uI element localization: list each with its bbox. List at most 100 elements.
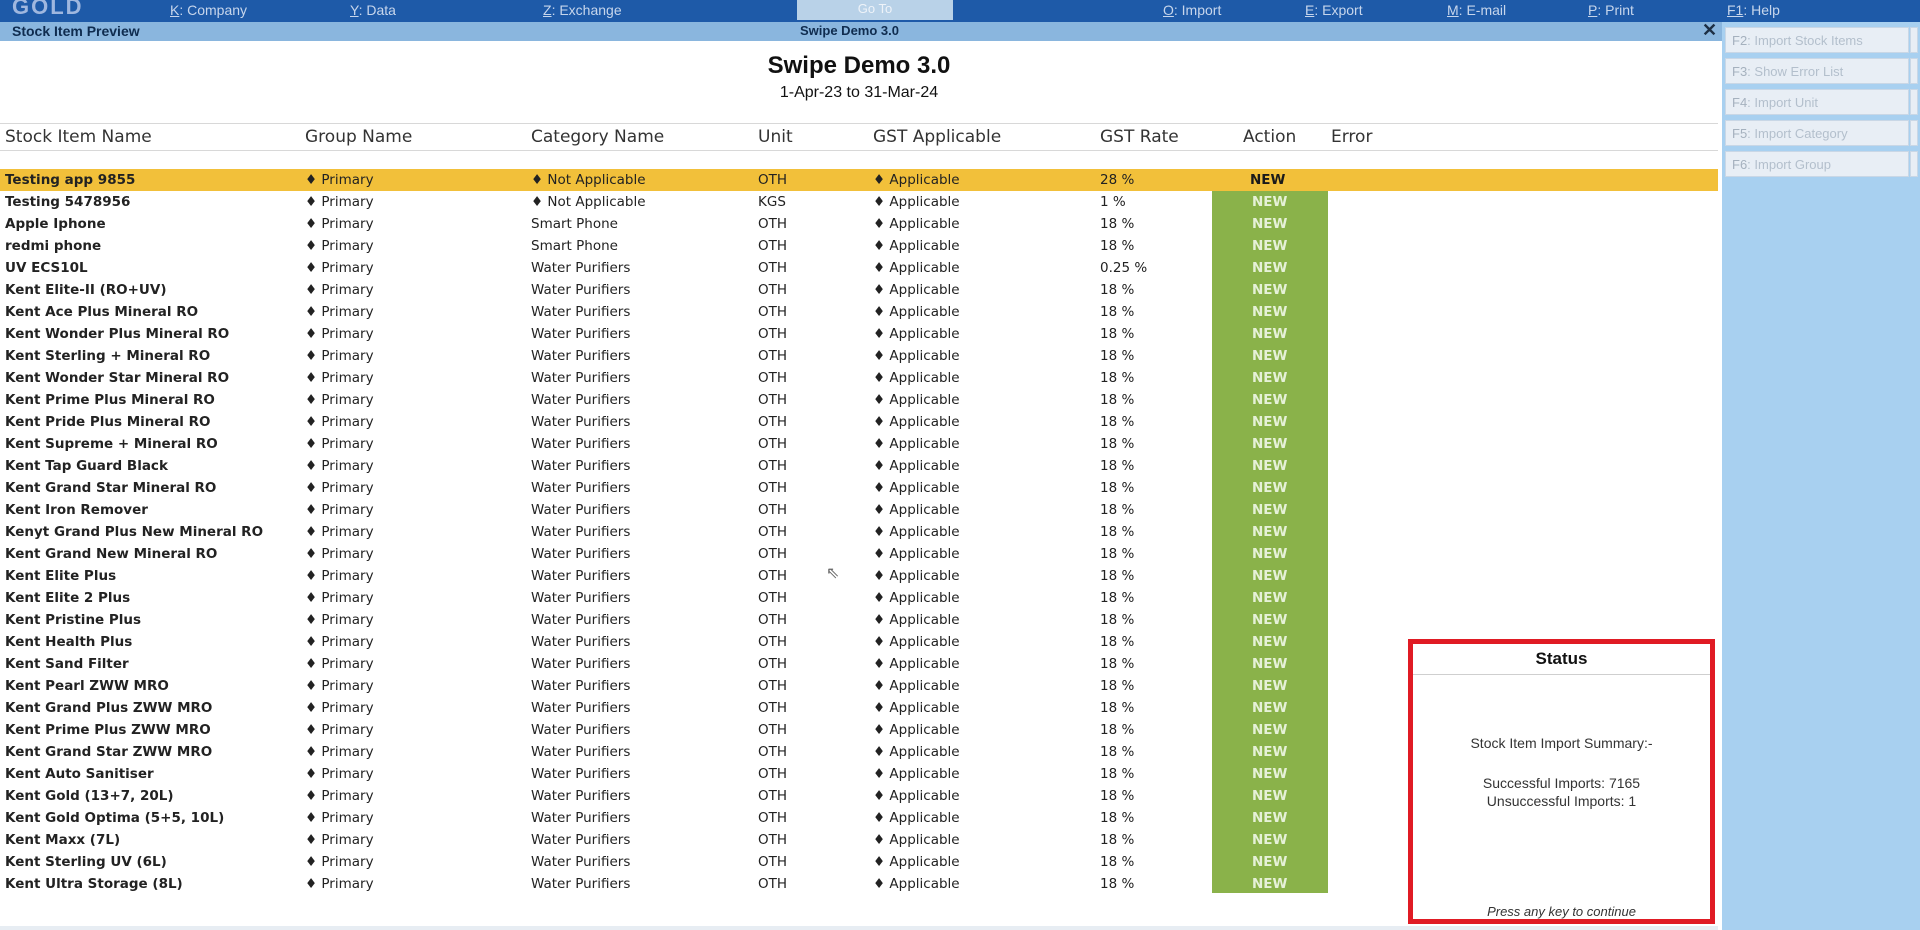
table-row[interactable]: Kent Wonder Star Mineral RO ♦ Primary Wate… [0, 367, 1718, 389]
table-row[interactable]: Kent Sterling + Mineral RO ♦ Primary Water… [0, 345, 1718, 367]
cell-item-name: Testing 5478956 [5, 194, 131, 210]
menu-help-key: F1 [1727, 2, 1744, 18]
cell-gst-applicable: ♦ Applicable [873, 524, 960, 540]
cell-group-name: ♦ Primary [305, 194, 374, 210]
cell-gst-applicable: ♦ Applicable [873, 414, 960, 430]
press-any-key-prompt[interactable]: Press any key to continue [1413, 904, 1710, 919]
col-category-name: Category Name [531, 127, 665, 147]
cell-action: NEW [1252, 766, 1288, 782]
cell-gst-rate: 18 % [1100, 546, 1135, 562]
successful-imports: Successful Imports: 7165 [1482, 775, 1641, 791]
menu-data[interactable]: Y: Data [350, 2, 396, 18]
cell-gst-rate: 18 % [1100, 480, 1135, 496]
col-error: Error [1331, 127, 1373, 147]
cell-gst-rate: 18 % [1100, 832, 1135, 848]
cell-item-name: Kent Iron Remover [5, 502, 148, 518]
cell-group-name: ♦ Primary [305, 172, 374, 188]
cell-group-name: ♦ Primary [305, 282, 374, 298]
table-row[interactable]: Kent Ace Plus Mineral RO ♦ Primary Water P… [0, 301, 1718, 323]
cell-unit: OTH [758, 524, 788, 540]
menu-exchange[interactable]: Z: Exchange [543, 2, 622, 18]
cell-gst-rate: 18 % [1100, 590, 1135, 606]
cell-gst-rate: 18 % [1100, 700, 1135, 716]
table-row[interactable]: Apple Iphone ♦ Primary Smart Phone OTH ♦ App… [0, 213, 1718, 235]
cell-group-name: ♦ Primary [305, 216, 374, 232]
cell-action: NEW [1252, 590, 1288, 606]
show-error-list-button[interactable]: F3: Show Error List [1725, 58, 1909, 84]
cell-category-name: Water Purifiers [531, 436, 631, 452]
import-category-label: : Import Category [1747, 126, 1848, 141]
cell-gst-applicable: ♦ Applicable [873, 546, 960, 562]
cell-gst-rate: 18 % [1100, 216, 1135, 232]
cell-gst-applicable: ♦ Applicable [873, 766, 960, 782]
table-row[interactable]: Kent Iron Remover ♦ Primary Water Purifier… [0, 499, 1718, 521]
cell-item-name: Kenyt Grand Plus New Mineral RO [5, 524, 264, 540]
table-row[interactable]: UV ECS10L ♦ Primary Water Purifiers OTH ♦ Ap… [0, 257, 1718, 279]
cell-gst-applicable: ♦ Applicable [873, 216, 960, 232]
table-row[interactable]: Kent Grand New Mineral RO ♦ Primary Water … [0, 543, 1718, 565]
menu-export[interactable]: E: Export [1305, 2, 1363, 18]
table-row[interactable]: Kent Tap Guard Black ♦ Primary Water Purif… [0, 455, 1718, 477]
table-row[interactable]: Kent Elite-II (RO+UV) ♦ Primary Water Puri… [0, 279, 1718, 301]
menu-company[interactable]: K: Company [170, 2, 247, 18]
goto-tab[interactable]: Go To [797, 0, 953, 20]
cell-gst-rate: 18 % [1100, 722, 1135, 738]
menu-email[interactable]: M: E-mail [1447, 2, 1506, 18]
close-icon[interactable]: ✕ [1702, 20, 1717, 41]
cell-action: NEW [1252, 678, 1288, 694]
import-group-label: : Import Group [1747, 157, 1831, 172]
cell-group-name: ♦ Primary [305, 766, 374, 782]
cell-unit: OTH [758, 568, 788, 584]
menu-print[interactable]: P: Print [1588, 2, 1634, 18]
cell-action: NEW [1252, 876, 1288, 892]
cell-group-name: ♦ Primary [305, 832, 374, 848]
table-row[interactable]: Kent Elite Plus ♦ Primary Water Purifiers O… [0, 565, 1718, 587]
cell-action: NEW [1250, 172, 1286, 188]
cell-category-name: Water Purifiers [531, 810, 631, 826]
cell-gst-rate: 18 % [1100, 348, 1135, 364]
cell-gst-applicable: ♦ Applicable [873, 634, 960, 650]
panel-edge [1910, 89, 1918, 115]
table-row[interactable]: Kent Grand Star Mineral RO ♦ Primary Water… [0, 477, 1718, 499]
table-row[interactable]: Testing app 9855 ♦ Primary ♦ Not Applicabl… [0, 169, 1718, 191]
cell-gst-applicable: ♦ Applicable [873, 238, 960, 254]
import-group-button[interactable]: F6: Import Group [1725, 151, 1909, 177]
cell-action: NEW [1252, 216, 1288, 232]
table-row[interactable]: Kent Pride Plus Mineral RO ♦ Primary Water… [0, 411, 1718, 433]
cell-unit: OTH [758, 832, 788, 848]
table-row[interactable]: Testing 5478956 ♦ Primary ♦ Not Applicable… [0, 191, 1718, 213]
table-row[interactable]: Kent Supreme + Mineral RO ♦ Primary Water … [0, 433, 1718, 455]
cell-item-name: Kent Pearl ZWW MRO [5, 678, 169, 694]
cell-unit: OTH [758, 370, 788, 386]
cell-category-name: Water Purifiers [531, 590, 631, 606]
table-row[interactable]: Kent Elite 2 Plus ♦ Primary Water Purifier… [0, 587, 1718, 609]
cell-unit: OTH [758, 216, 788, 232]
table-row[interactable]: Kent Pristine Plus ♦ Primary Water Purifie… [0, 609, 1718, 631]
cell-item-name: redmi phone [5, 238, 102, 254]
cell-item-name: Kent Maxx (7L) [5, 832, 121, 848]
table-row[interactable]: Kent Wonder Plus Mineral RO ♦ Primary Wate… [0, 323, 1718, 345]
report-period: 1-Apr-23 to 31-Mar-24 [779, 84, 939, 101]
table-row[interactable]: Kent Prime Plus Mineral RO ♦ Primary Water… [0, 389, 1718, 411]
cell-item-name: Kent Grand Plus ZWW MRO [5, 700, 213, 716]
menu-exchange-key: Z [543, 2, 552, 18]
menu-import[interactable]: O: Import [1163, 2, 1221, 18]
cell-unit: OTH [758, 678, 788, 694]
status-divider [1413, 674, 1710, 675]
unsuccessful-imports: Unsuccessful Imports: 1 [1486, 793, 1637, 809]
cell-action: NEW [1252, 722, 1288, 738]
cell-gst-applicable: ♦ Applicable [873, 282, 960, 298]
cell-category-name: ♦ Not Applicable [531, 194, 646, 210]
col-gst-rate: GST Rate [1100, 127, 1179, 147]
top-menu-bar: GOLD K: Company Y: Data Z: Exchange Go T… [0, 0, 1920, 22]
menu-help[interactable]: F1: Help [1727, 2, 1780, 18]
menu-email-label: : E-mail [1458, 2, 1507, 18]
import-stock-items-button[interactable]: F2: Import Stock Items [1725, 27, 1909, 53]
table-row[interactable]: Kenyt Grand Plus New Mineral RO ♦ Primary… [0, 521, 1718, 543]
menu-company-key: K [170, 2, 180, 18]
table-row[interactable]: redmi phone ♦ Primary Smart Phone OTH ♦ Appl… [0, 235, 1718, 257]
cell-unit: OTH [758, 656, 788, 672]
import-unit-button[interactable]: F4: Import Unit [1725, 89, 1909, 115]
import-category-button[interactable]: F5: Import Category [1725, 120, 1909, 146]
cell-category-name: Water Purifiers [531, 678, 631, 694]
